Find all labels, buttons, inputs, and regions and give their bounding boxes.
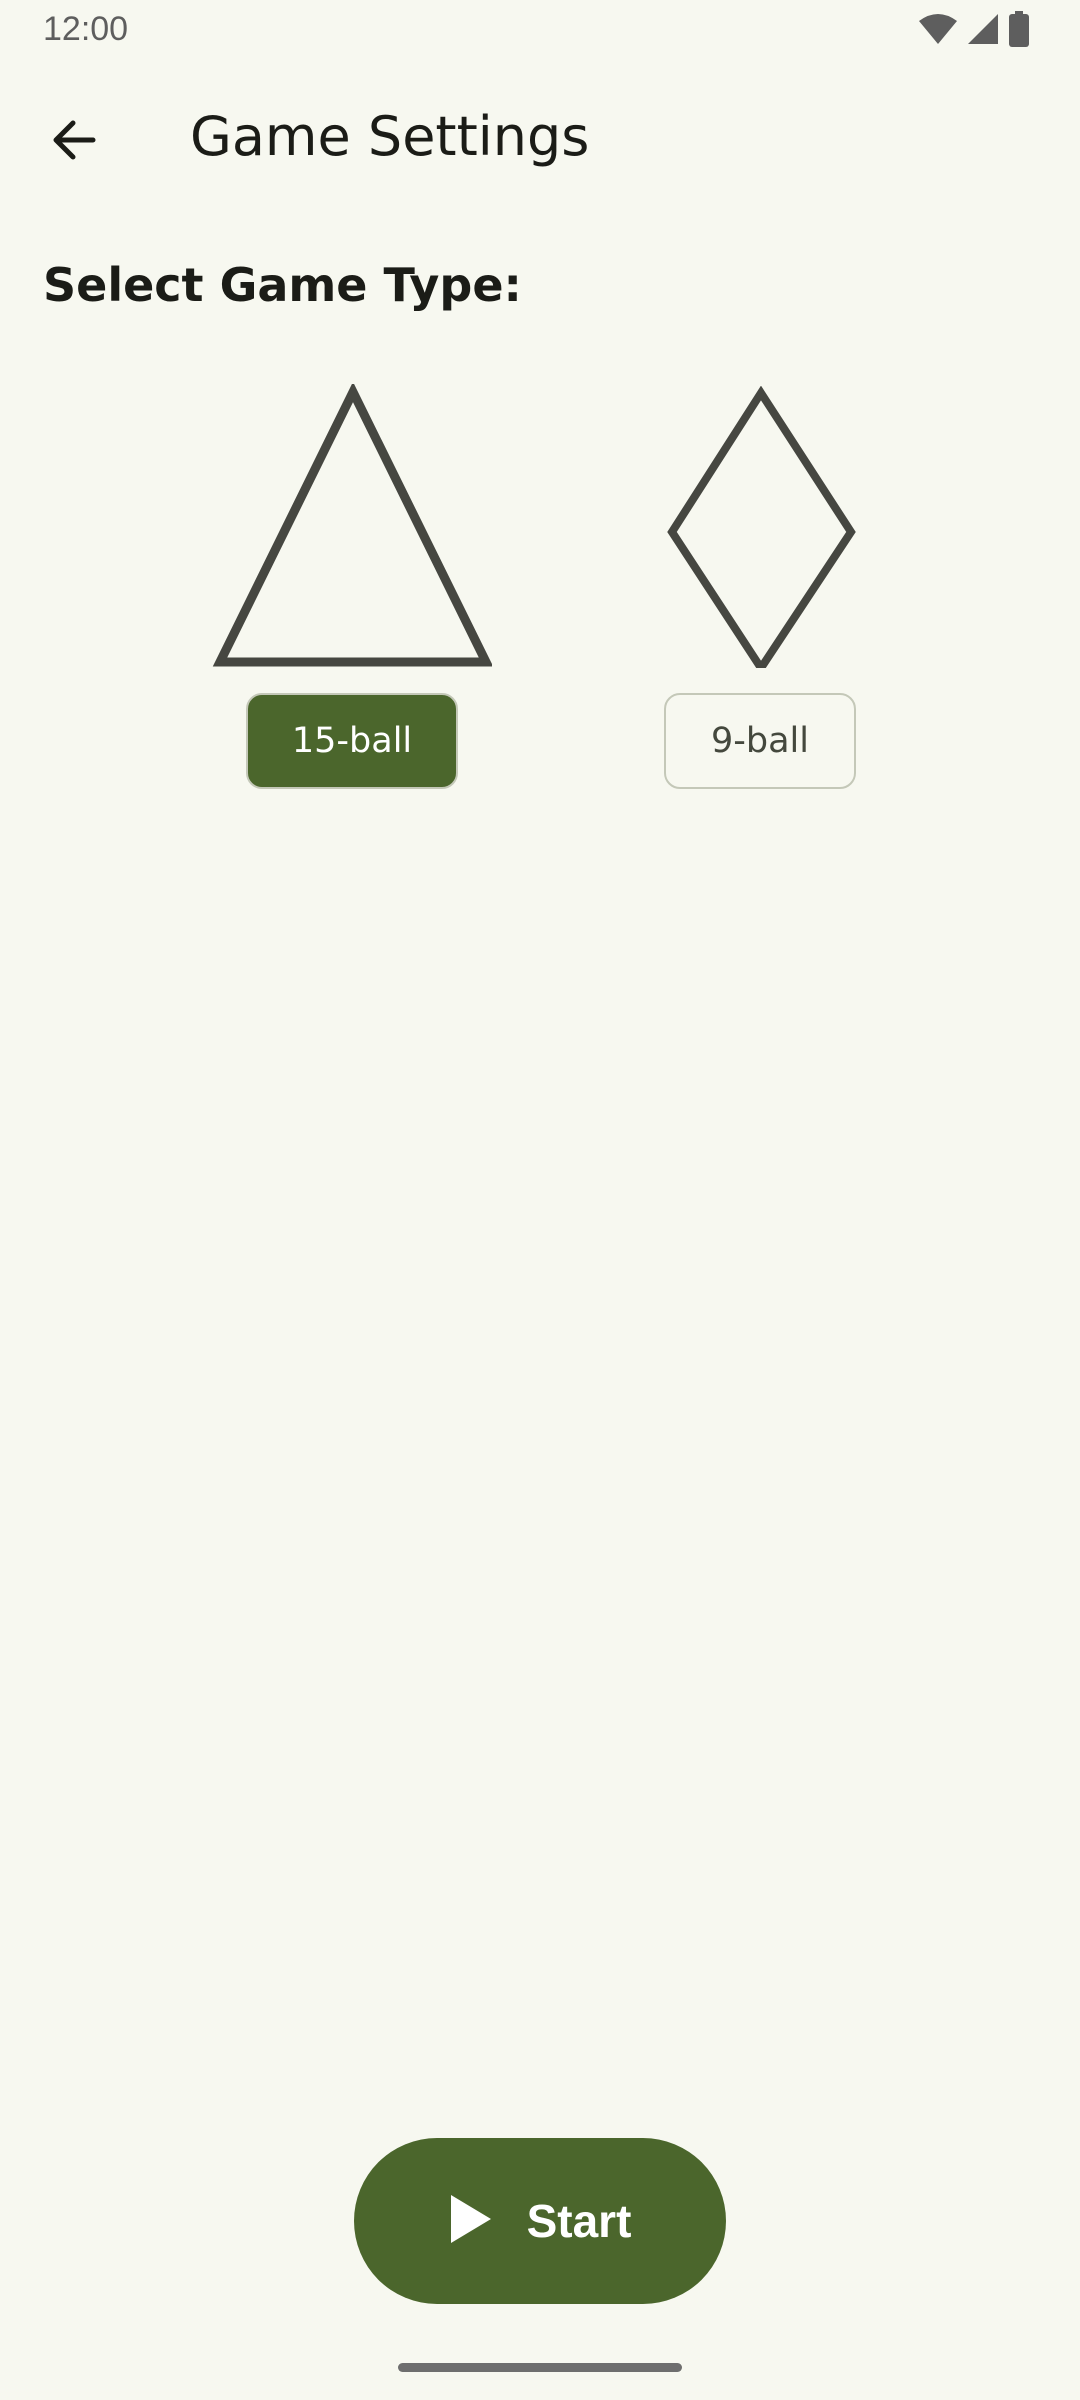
status-icons <box>918 11 1030 51</box>
back-button[interactable] <box>32 100 116 184</box>
select-game-type-label: Select Game Type: <box>43 258 522 312</box>
start-button-label: Start <box>526 2195 632 2247</box>
play-icon <box>449 2193 493 2249</box>
status-time: 12:00 <box>43 10 129 48</box>
page-title: Game Settings <box>190 105 590 168</box>
game-type-chip-9-ball[interactable]: 9-ball <box>664 693 856 789</box>
status-bar: 12:00 <box>0 0 1080 62</box>
game-type-option-9-ball: 9-ball <box>660 386 860 789</box>
gesture-navigation-handle[interactable] <box>398 2363 682 2372</box>
diamond-rack-icon <box>667 386 856 668</box>
triangle-rack-icon <box>212 384 492 667</box>
game-type-option-15-ball: 15-ball <box>212 384 492 789</box>
game-settings-screen: 12:00 Game Settings Select Game Type: 15… <box>0 0 1080 2400</box>
arrow-back-icon <box>49 115 99 169</box>
start-button[interactable]: Start <box>354 2138 726 2304</box>
top-app-bar: Game Settings <box>0 70 1080 206</box>
game-type-chip-15-ball[interactable]: 15-ball <box>246 693 458 789</box>
cellular-signal-icon <box>966 12 1000 50</box>
battery-icon <box>1008 11 1030 51</box>
wifi-icon <box>918 13 958 49</box>
